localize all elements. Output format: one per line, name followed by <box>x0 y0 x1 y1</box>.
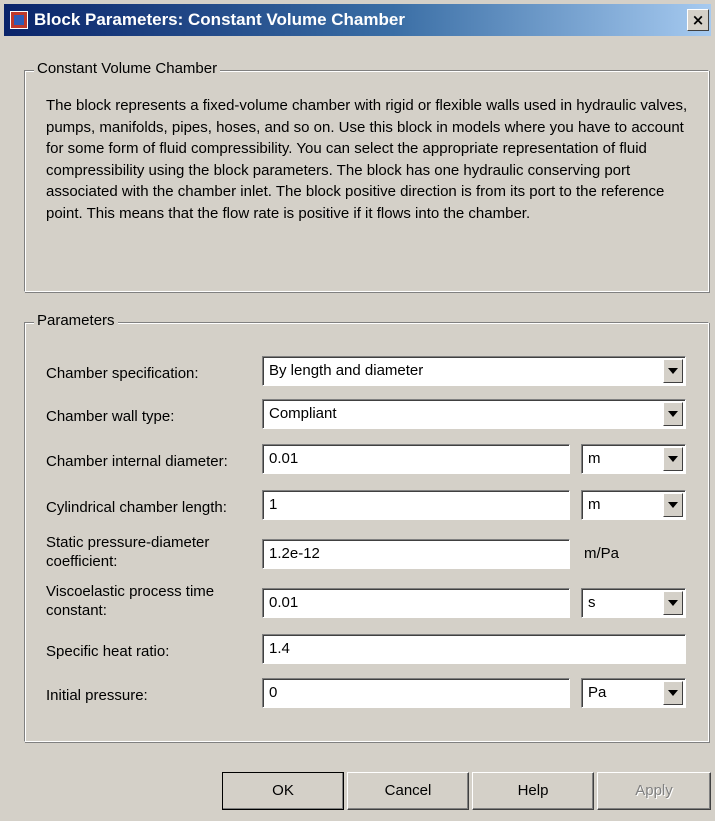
chevron-down-icon[interactable] <box>663 359 683 383</box>
cancel-button[interactable]: Cancel <box>347 772 469 810</box>
chamber-wall-type-label: Chamber wall type: <box>46 408 175 425</box>
chamber-specification-dropdown[interactable]: By length and diameter <box>262 356 686 386</box>
time-constant-label: Viscoelastic process time constant: <box>46 583 215 619</box>
apply-button[interactable]: Apply <box>597 772 711 810</box>
internal-diameter-label: Chamber internal diameter: <box>46 453 228 470</box>
chamber-specification-value: By length and diameter <box>269 362 424 379</box>
initial-pressure-label: Initial pressure: <box>46 687 148 704</box>
dialog-window: Block Parameters: Constant Volume Chambe… <box>0 0 715 821</box>
internal-diameter-input[interactable]: 0.01 <box>262 444 570 474</box>
block-description: The block represents a fixed-volume cham… <box>46 97 688 222</box>
close-button[interactable]: × <box>687 9 709 31</box>
initial-pressure-unit-dropdown[interactable]: Pa <box>581 678 686 708</box>
time-constant-input[interactable]: 0.01 <box>262 588 570 618</box>
chevron-down-icon[interactable] <box>663 402 683 426</box>
block-icon <box>10 11 28 29</box>
chamber-length-unit-dropdown[interactable]: m <box>581 490 686 520</box>
parameters-group-title: Parameters <box>34 312 118 329</box>
time-constant-unit-dropdown[interactable]: s <box>581 588 686 618</box>
internal-diameter-unit: m <box>588 450 601 467</box>
chamber-length-unit: m <box>588 496 601 513</box>
chevron-down-icon[interactable] <box>663 681 683 705</box>
chevron-down-icon[interactable] <box>663 447 683 471</box>
chamber-length-label: Cylindrical chamber length: <box>46 499 227 516</box>
specific-heat-ratio-label: Specific heat ratio: <box>46 643 170 660</box>
chevron-down-icon[interactable] <box>663 493 683 517</box>
help-button[interactable]: Help <box>472 772 594 810</box>
chevron-down-icon[interactable] <box>663 591 683 615</box>
chamber-length-input[interactable]: 1 <box>262 490 570 520</box>
specific-heat-ratio-input[interactable]: 1.4 <box>262 634 686 664</box>
chamber-specification-label: Chamber specification: <box>46 365 199 382</box>
initial-pressure-unit: Pa <box>588 684 607 701</box>
chamber-wall-type-value: Compliant <box>269 405 337 422</box>
title-bar[interactable]: Block Parameters: Constant Volume Chambe… <box>4 4 711 36</box>
internal-diameter-unit-dropdown[interactable]: m <box>581 444 686 474</box>
pressure-diameter-coefficient-input[interactable]: 1.2e-12 <box>262 539 570 569</box>
description-group-title: Constant Volume Chamber <box>34 60 221 77</box>
time-constant-unit: s <box>588 594 596 611</box>
pressure-diameter-coefficient-label: Static pressure-diameter coefficient: <box>46 534 210 570</box>
initial-pressure-input[interactable]: 0 <box>262 678 570 708</box>
pressure-diameter-coefficient-unit: m/Pa <box>584 545 620 562</box>
ok-button[interactable]: OK <box>222 772 344 810</box>
window-title: Block Parameters: Constant Volume Chambe… <box>34 10 405 29</box>
chamber-wall-type-dropdown[interactable]: Compliant <box>262 399 686 429</box>
